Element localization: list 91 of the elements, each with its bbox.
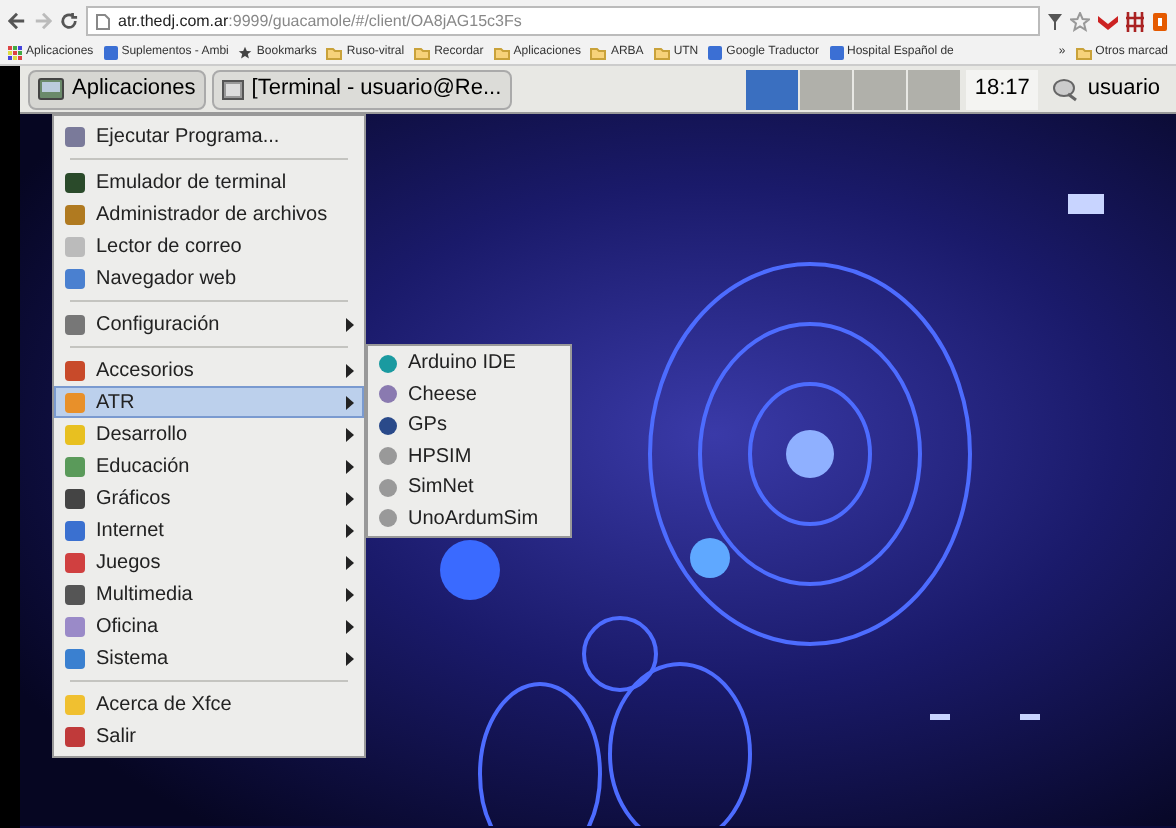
submenu-item[interactable]: HPSIM [368,441,570,472]
light-mark [930,714,950,720]
submenu-arrow-icon [346,363,354,377]
submenu-arrow-icon [346,427,354,441]
site-icon [103,46,118,60]
application-icon [64,359,86,381]
submenu-arrow-icon [346,317,354,331]
submenu-arrow-icon [346,555,354,569]
url-text: atr.thedj.com.ar:9999/guacamole/#/client/OA8jAG15c3Fs [118,9,522,33]
folder-icon [1075,47,1092,59]
menu-item[interactable]: Acerca de Xfce [54,688,364,720]
menu-item[interactable]: ATR [54,386,364,418]
submenu-item[interactable]: GPs [368,410,570,441]
menu-item[interactable]: Administrador de archivos [54,198,364,230]
application-icon [64,267,86,289]
workspace-button[interactable] [746,69,799,109]
light-mark [1020,714,1040,720]
back-icon[interactable] [8,12,26,30]
submenu-item[interactable]: Arduino IDE [368,348,570,379]
application-icon [64,391,86,413]
extension-icon[interactable] [1152,11,1168,31]
application-icon [64,647,86,669]
submenu-arrow-icon [346,459,354,473]
folder-icon [493,47,510,59]
application-icon [64,725,86,747]
application-icon [64,313,86,335]
extension-icon[interactable] [1126,11,1144,31]
menu-item[interactable]: Ejecutar Programa... [54,120,364,152]
menu-item[interactable]: Lector de correo [54,230,364,262]
application-icon [378,477,398,498]
submenu-arrow-icon [346,395,354,409]
applications-button[interactable]: Aplicaciones [28,69,206,109]
application-icon [64,519,86,541]
taskbar-window-button[interactable]: [Terminal - usuario@Re... [211,69,512,109]
applications-icon [38,78,64,100]
window-icon [221,79,244,99]
application-icon [64,693,86,715]
submenu-arrow-icon [346,491,354,505]
application-icon [378,508,398,529]
submenu-arrow-icon [346,587,354,601]
menu-item[interactable]: Sistema [54,642,364,674]
application-icon [64,583,86,605]
submenu-arrow-icon [346,619,354,633]
menu-item[interactable]: Configuración [54,308,364,340]
site-icon [708,46,723,60]
menu-item[interactable]: Oficina [54,610,364,642]
application-icon [64,235,86,257]
submenu-item[interactable]: Cheese [368,379,570,410]
menu-item[interactable]: Desarrollo [54,418,364,450]
application-icon [64,171,86,193]
reload-icon[interactable] [60,12,78,30]
application-icon [64,203,86,225]
page-icon [96,13,110,29]
application-icon [378,353,398,374]
folder-icon [414,47,431,59]
application-icon [64,455,86,477]
application-icon [378,446,398,467]
application-icon [64,487,86,509]
menu-item[interactable]: Gráficos [54,482,364,514]
apps-grid-icon [8,46,22,60]
application-icon [378,384,398,405]
submenu-arrow-icon [346,523,354,537]
submenu-arrow-icon [346,651,354,665]
folder-icon [653,47,670,59]
application-icon [64,423,86,445]
application-icon [378,415,398,436]
menu-item[interactable]: Educación [54,450,364,482]
folder-icon [326,47,343,59]
menu-item[interactable]: Accesorios [54,354,364,386]
menu-item[interactable]: Internet [54,514,364,546]
orb-drawing [440,540,500,600]
application-icon [64,615,86,637]
application-icon [64,125,86,147]
star-icon [238,46,253,60]
menu-item[interactable]: Salir [54,720,364,752]
menu-item[interactable]: Navegador web [54,262,364,294]
extension-icon[interactable] [1098,13,1118,29]
menu-item[interactable]: Multimedia [54,578,364,610]
submenu-item[interactable]: UnoArdumSim [368,503,570,534]
menu-item[interactable]: Emulador de terminal [54,166,364,198]
submenu-item[interactable]: SimNet [368,472,570,503]
user-button[interactable]: usuario [1043,69,1168,109]
filter-icon[interactable] [1048,13,1062,29]
menu-item[interactable]: Juegos [54,546,364,578]
site-icon [829,46,844,60]
application-icon [64,551,86,573]
clock-text: 18:17 [966,69,1038,109]
light-mark [1068,194,1104,214]
star-icon[interactable] [1070,11,1090,31]
folder-icon [590,47,607,59]
address-bar[interactable]: atr.thedj.com.ar:9999/guacamole/#/client/OA8jAG15c3Fs [86,6,1040,36]
